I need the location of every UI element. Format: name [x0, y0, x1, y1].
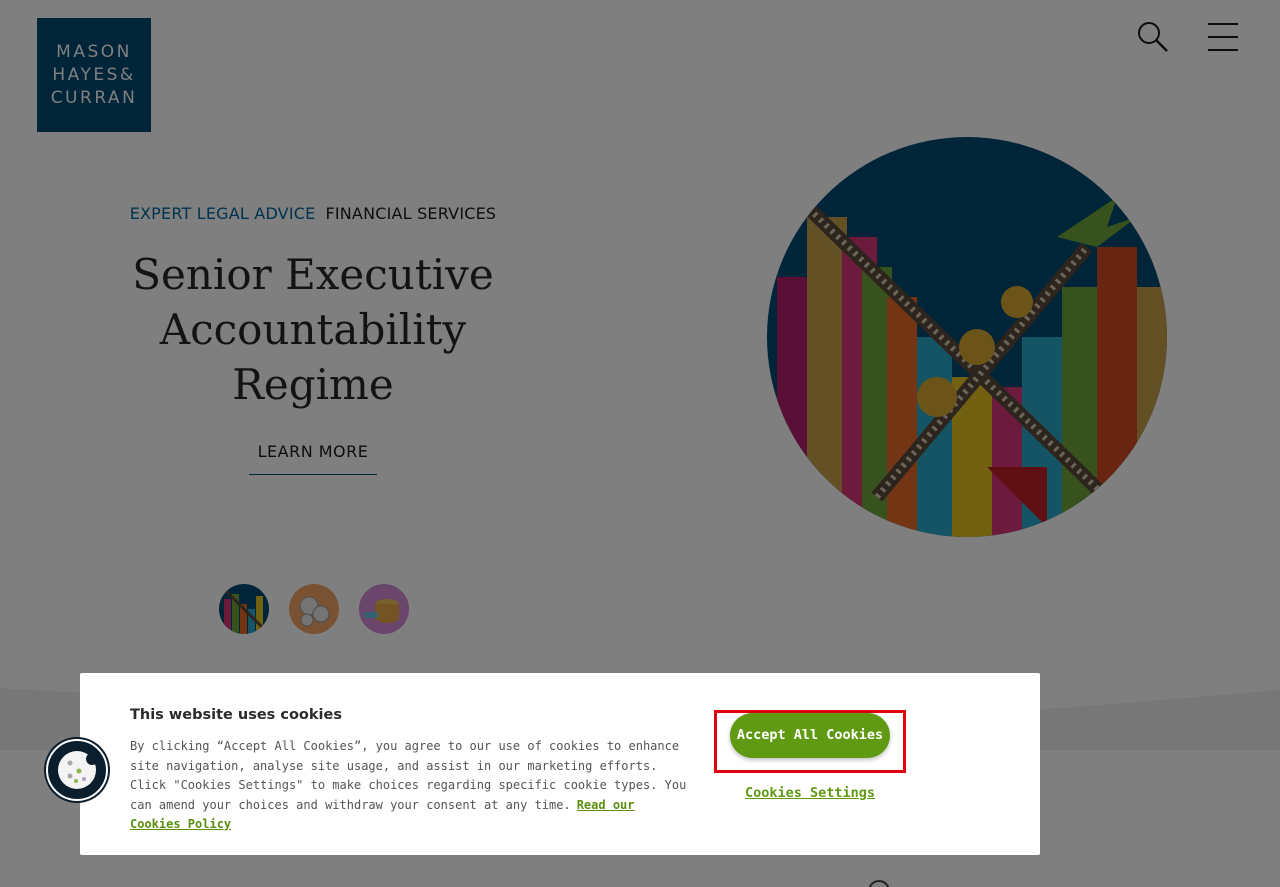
cookie-banner-title: This website uses cookies: [130, 707, 342, 723]
cookie-banner-description: By clicking “Accept All Cookies”, you ag…: [130, 737, 690, 835]
cookie-banner: This website uses cookies By clicking “A…: [80, 673, 1040, 855]
cookies-settings-button[interactable]: Cookies Settings: [720, 785, 900, 801]
cookie-icon: [58, 751, 98, 789]
cookie-preferences-button[interactable]: [46, 739, 108, 801]
accept-all-cookies-button[interactable]: Accept All Cookies: [730, 713, 890, 758]
